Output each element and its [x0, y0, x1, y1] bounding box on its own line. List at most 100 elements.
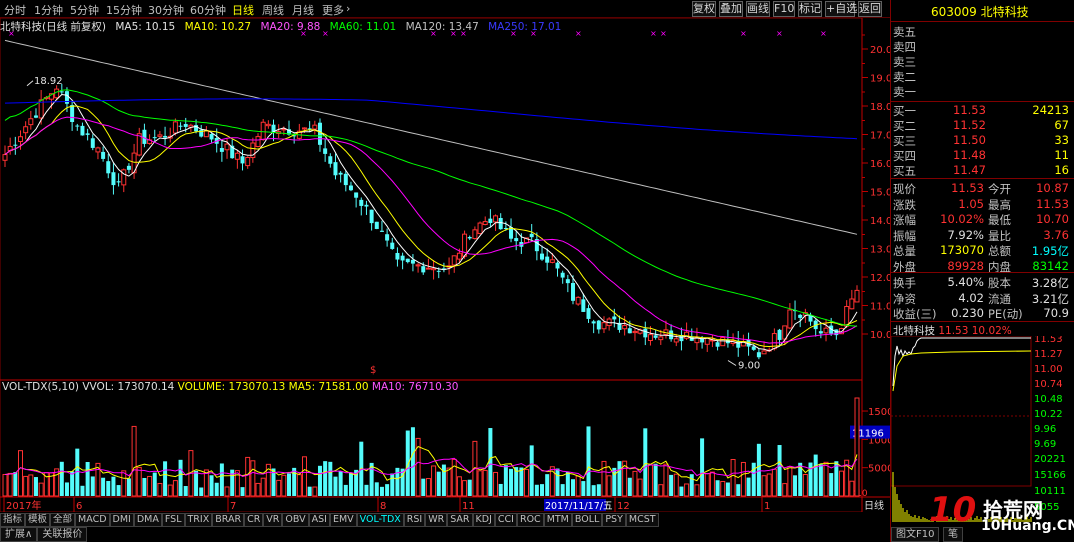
indicator-tab-全部[interactable]: 全部 [50, 513, 76, 527]
mini-price-tick: 9.69 [1034, 439, 1056, 450]
period-tab-8[interactable]: 月线 [292, 2, 314, 18]
stat-value-2: 3.76 [1043, 227, 1069, 242]
sell-row: 卖三 [893, 54, 1071, 69]
indicator-tab-模板[interactable]: 模板 [25, 513, 51, 527]
buy-label: 买五 [893, 164, 916, 178]
bottom-tab-1[interactable]: 关联报价 [37, 527, 88, 542]
signal-marker: × [660, 29, 667, 38]
more-arrow-icon[interactable]: › [346, 2, 350, 15]
stat-label: 振幅 [893, 228, 916, 243]
stat-label-2: 股本 [988, 276, 1011, 290]
indicator-tab-asi[interactable]: ASI [308, 513, 330, 527]
toolbar-button-1[interactable]: 叠加 [719, 1, 743, 17]
period-tab-1[interactable]: 1分钟 [34, 2, 63, 18]
period-tab-9[interactable]: 更多 [322, 2, 344, 18]
vol-tick: 5000 [868, 464, 890, 475]
period-tab-4[interactable]: 30分钟 [148, 2, 184, 18]
vvol-value: VVOL: 173070.14 [82, 381, 175, 393]
stat-value-2: 10.70 [1036, 212, 1069, 226]
stat-row: 净资 4.02 流通 3.21亿 [893, 290, 1071, 306]
price-tick: 19.00 [870, 74, 890, 85]
indicator-tab-fsl[interactable]: FSL [161, 513, 185, 527]
stat-value: 11.53 [951, 181, 984, 195]
period-tab-7[interactable]: 周线 [262, 2, 284, 18]
signal-marker: × [776, 29, 783, 38]
stat-value: 1.05 [958, 196, 984, 211]
stat-value-2: 3.28亿 [1031, 276, 1069, 290]
ma60-line [4, 89, 858, 327]
volume-bars [2, 397, 860, 497]
date-tick: 7 [230, 501, 236, 512]
indicator-tab-dmi[interactable]: DMI [109, 513, 134, 527]
kline-chart[interactable]: 20.0019.0018.0017.0016.0015.0014.0013.00… [0, 18, 890, 512]
toolbar-button-4[interactable]: 标记 [798, 1, 822, 17]
indicator-tab-kdj[interactable]: KDJ [472, 513, 495, 527]
toolbar-button-5[interactable]: +自选 [825, 1, 857, 17]
buy-volume: 11 [1054, 148, 1069, 162]
date-tick: 8 [380, 501, 386, 512]
indicator-tab-roc[interactable]: ROC [516, 513, 544, 527]
stat-label-2: 今开 [988, 182, 1011, 196]
period-tab-5[interactable]: 60分钟 [190, 2, 226, 18]
toolbar-button-0[interactable]: 复权 [692, 1, 716, 17]
indicator-tab-mtm[interactable]: MTM [543, 513, 572, 527]
stat-value-2: 1.95亿 [1031, 244, 1069, 258]
indicator-tab-obv[interactable]: OBV [282, 513, 309, 527]
indicator-tab-macd[interactable]: MACD [75, 513, 110, 527]
ma10-line [4, 105, 858, 348]
signal-marker: × [575, 29, 582, 38]
indicator-tab-cr[interactable]: CR [244, 513, 264, 527]
stat-row: 总量 173070 总额 1.95亿 [893, 243, 1071, 258]
indicator-tab-vr[interactable]: VR [263, 513, 283, 527]
buy-row: 买二 11.52 67 [893, 118, 1071, 133]
stat-row: 涨幅 10.02% 最低 10.70 [893, 212, 1071, 227]
date-tick: 11 [462, 501, 475, 512]
buy-volume: 24213 [1032, 103, 1069, 117]
indicator-tab-cci[interactable]: CCI [494, 513, 517, 527]
indicator-tab-psy[interactable]: PSY [602, 513, 626, 527]
period-tab-0[interactable]: 分时 [4, 2, 26, 18]
toolbar-button-6[interactable]: 返回 [858, 1, 882, 17]
vol-ma10-value: MA10: 76710.30 [371, 381, 459, 393]
price-tick: 14.00 [870, 216, 890, 227]
date-tick: 12 [617, 501, 630, 512]
buy-price: 11.53 [953, 103, 986, 117]
volume-value: VOLUME: 173070.13 [177, 381, 286, 393]
indicator-tab-trix[interactable]: TRIX [184, 513, 213, 527]
bottom-tab-0[interactable]: 扩展∧ [0, 527, 38, 542]
ma250-line [4, 98, 858, 140]
stat-label-2: 总额 [988, 244, 1011, 258]
indicator-tab-rsi[interactable]: RSI [403, 513, 426, 527]
toolbar-button-2[interactable]: 画线 [746, 1, 770, 17]
price-tick: 17.00 [870, 131, 890, 142]
indicator-tab-vol-tdx[interactable]: VOL-TDX [356, 513, 404, 527]
stat-value: 4.02 [958, 290, 984, 305]
date-tick: 1 [764, 501, 770, 512]
mini-avg-line [892, 350, 1032, 392]
period-toolbar: 分时 1分钟 5分钟 15分钟 30分钟 60分钟 日线 周线 月线 更多 › 复权 叠加 画线 F10 标记… [0, 0, 890, 18]
indicator-tab-指标[interactable]: 指标 [0, 513, 26, 527]
stat-label: 涨幅 [893, 213, 916, 227]
stat-label: 涨跌 [893, 197, 916, 212]
signal-marker: × [430, 29, 437, 38]
period-tab-2[interactable]: 5分钟 [70, 2, 99, 18]
stat-label-2: 流通 [988, 291, 1011, 306]
price-tick: 18.00 [870, 102, 890, 113]
mini-price-tick: 11.27 [1034, 349, 1063, 360]
indicator-tab-mcst[interactable]: MCST [625, 513, 659, 527]
indicator-tab-emv[interactable]: EMV [329, 513, 357, 527]
dollar-marker: $ [370, 365, 376, 376]
buy-price: 11.50 [953, 133, 986, 147]
stat-row: 收益(三) 0.230 PE(动) 70.9 [893, 306, 1071, 321]
period-tab-6[interactable]: 日线 [232, 2, 254, 18]
stat-row: 涨跌 1.05 最高 11.53 [893, 196, 1071, 212]
indicator-tab-boll[interactable]: BOLL [571, 513, 603, 527]
indicator-tab-sar[interactable]: SAR [447, 513, 473, 527]
indicator-tab-brar[interactable]: BRAR [212, 513, 245, 527]
price-tick: 12.00 [870, 273, 890, 284]
indicator-tab-wr[interactable]: WR [425, 513, 448, 527]
vol-indicator-name: VOL-TDX(5,10) [2, 381, 80, 393]
indicator-tab-dma[interactable]: DMA [133, 513, 162, 527]
period-tab-3[interactable]: 15分钟 [106, 2, 142, 18]
toolbar-button-3[interactable]: F10 [773, 1, 795, 17]
